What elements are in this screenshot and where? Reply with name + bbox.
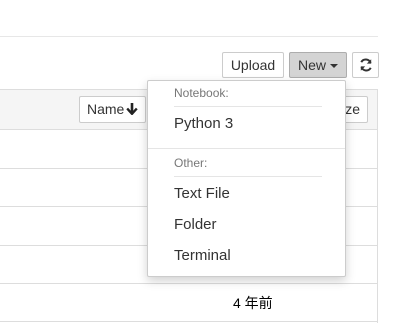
new-button[interactable]: New <box>289 52 347 78</box>
top-divider <box>0 36 378 37</box>
row-divider <box>0 321 378 322</box>
sort-by-name-button[interactable]: Name <box>79 96 147 123</box>
menu-item-python-3[interactable]: Python 3 <box>174 115 233 132</box>
section-divider <box>174 106 322 107</box>
other-section-header: Other: <box>174 156 208 170</box>
caret-down-icon <box>330 64 338 69</box>
modified-time: 4 年前 <box>233 295 273 311</box>
menu-divider <box>148 148 345 149</box>
name-sort-label: Name <box>87 101 125 117</box>
section-divider <box>174 176 322 177</box>
arrow-down-icon <box>126 103 139 116</box>
refresh-button[interactable] <box>352 52 379 78</box>
notebook-section-header: Notebook: <box>174 86 229 100</box>
new-button-label: New <box>297 57 326 73</box>
new-dropdown-menu: Notebook: Python 3 Other: Text File Fold… <box>147 80 346 277</box>
menu-item-text-file[interactable]: Text File <box>174 185 230 202</box>
row-divider <box>0 283 378 284</box>
list-right-border <box>377 89 378 323</box>
menu-item-terminal[interactable]: Terminal <box>174 247 231 264</box>
upload-button-label: Upload <box>230 57 276 73</box>
menu-item-folder[interactable]: Folder <box>174 216 217 233</box>
refresh-icon <box>360 58 372 72</box>
upload-button[interactable]: Upload <box>222 52 284 78</box>
size-sort-label: ze <box>345 101 360 117</box>
